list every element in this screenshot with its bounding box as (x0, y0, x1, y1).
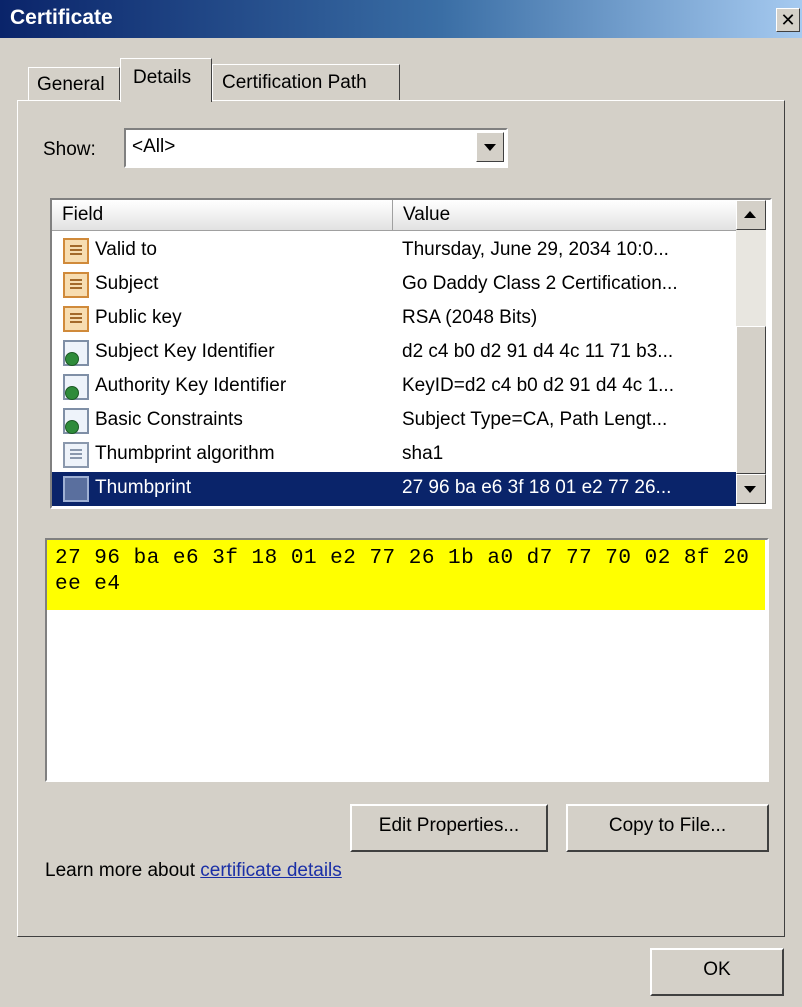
property-icon (63, 442, 89, 468)
column-header-field-label: Field (62, 204, 104, 225)
field-name: Public key (95, 307, 182, 328)
field-name: Subject (95, 273, 159, 294)
field-value: Subject Type=CA, Path Lengt... (402, 409, 668, 430)
list-scrollbar[interactable] (736, 200, 766, 504)
tab-general-label: General (37, 74, 105, 95)
field-value: RSA (2048 Bits) (402, 307, 538, 328)
edit-properties-label: Edit Properties... (378, 815, 520, 836)
table-row[interactable]: Authority Key Identifier KeyID=d2 c4 b0 … (52, 370, 736, 404)
field-value: 27 96 ba e6 3f 18 01 e2 77 26... (402, 477, 672, 498)
field-name: Valid to (95, 239, 157, 260)
field-name: Thumbprint algorithm (95, 443, 275, 464)
learn-more-prefix: Learn more about (45, 860, 201, 881)
field-value: d2 c4 b0 d2 91 d4 4c 11 71 b3... (402, 341, 674, 362)
column-header-value-label: Value (403, 204, 451, 225)
table-row[interactable]: Valid to Thursday, June 29, 2034 10:0... (52, 234, 736, 268)
table-row[interactable]: Thumbprint algorithm sha1 (52, 438, 736, 472)
chevron-down-icon (484, 144, 496, 151)
extension-icon (63, 408, 89, 434)
title-bar: Certificate ✕ (0, 0, 802, 38)
field-name: Authority Key Identifier (95, 375, 287, 396)
document-icon (63, 272, 89, 298)
window-title: Certificate (10, 6, 113, 29)
extension-icon (63, 340, 89, 366)
thumbprint-detail-text: 27 96 ba e6 3f 18 01 e2 77 26 1b a0 d7 7… (55, 547, 750, 596)
field-value: Go Daddy Class 2 Certification... (402, 273, 678, 294)
field-name: Basic Constraints (95, 409, 243, 430)
ok-button[interactable]: OK (650, 948, 784, 996)
table-row[interactable]: Subject Go Daddy Class 2 Certification..… (52, 268, 736, 302)
column-header-field[interactable]: Field (52, 200, 393, 231)
tab-general[interactable]: General (28, 67, 120, 101)
chevron-up-icon (744, 211, 756, 218)
scroll-thumb[interactable] (736, 326, 766, 474)
fields-list[interactable]: Field Value Valid to Thursday, June 29, … (50, 198, 772, 509)
document-icon (63, 238, 89, 264)
scroll-down-button[interactable] (736, 474, 766, 504)
table-row[interactable]: Basic Constraints Subject Type=CA, Path … (52, 404, 736, 438)
column-header-value[interactable]: Value (393, 200, 737, 231)
ok-label: OK (703, 959, 731, 980)
show-dropdown-value: <All> (132, 136, 176, 157)
table-row[interactable]: Public key RSA (2048 Bits) (52, 302, 736, 336)
close-button[interactable]: ✕ (776, 8, 800, 32)
chevron-down-icon (744, 486, 756, 493)
show-label: Show: (43, 139, 96, 160)
tab-certification-path[interactable]: Certification Path (212, 64, 400, 101)
field-name: Thumbprint (95, 477, 192, 498)
edit-properties-button[interactable]: Edit Properties... (350, 804, 548, 852)
field-value: sha1 (402, 443, 444, 464)
tab-certification-path-label: Certification Path (222, 72, 367, 93)
copy-to-file-label: Copy to File... (608, 815, 727, 836)
learn-more-text: Learn more about certificate details (45, 860, 342, 882)
copy-to-file-button[interactable]: Copy to File... (566, 804, 769, 852)
certificate-details-link[interactable]: certificate details (200, 860, 342, 881)
table-row[interactable]: Subject Key Identifier d2 c4 b0 d2 91 d4… (52, 336, 736, 370)
show-dropdown[interactable]: <All> (124, 128, 508, 168)
field-name: Subject Key Identifier (95, 341, 275, 362)
scroll-up-button[interactable] (736, 200, 766, 230)
tab-details[interactable]: Details (120, 58, 212, 102)
field-value: Thursday, June 29, 2034 10:0... (402, 239, 669, 260)
document-icon (63, 306, 89, 332)
field-value: KeyID=d2 c4 b0 d2 91 d4 4c 1... (402, 375, 674, 396)
property-icon (63, 476, 89, 502)
dropdown-arrow-button[interactable] (476, 132, 504, 162)
table-row-selected[interactable]: Thumbprint 27 96 ba e6 3f 18 01 e2 77 26… (52, 472, 736, 506)
field-detail-textbox[interactable]: 27 96 ba e6 3f 18 01 e2 77 26 1b a0 d7 7… (45, 538, 769, 782)
tab-details-label: Details (133, 67, 192, 88)
extension-icon (63, 374, 89, 400)
